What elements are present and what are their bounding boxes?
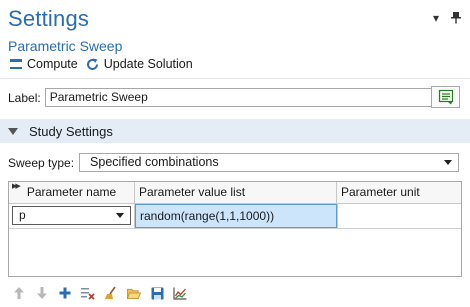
description-icon xyxy=(438,89,453,105)
delete-icon[interactable] xyxy=(81,286,95,300)
label-row: Label: Parametric Sweep xyxy=(8,88,433,107)
pin-icon[interactable] xyxy=(450,12,462,24)
parameter-name-value: p xyxy=(19,208,26,222)
compute-button[interactable]: Compute xyxy=(10,57,78,71)
move-up-icon[interactable] xyxy=(12,286,26,300)
settings-toolbar: Compute Update Solution xyxy=(10,57,197,71)
title-actions: ▾ xyxy=(430,11,462,25)
parameter-name-select[interactable]: p xyxy=(12,206,131,225)
study-settings-section-header[interactable]: Study Settings xyxy=(0,119,470,143)
add-icon[interactable] xyxy=(58,286,72,300)
section-title: Study Settings xyxy=(29,123,113,139)
chevron-down-icon xyxy=(444,160,453,165)
compute-label: Compute xyxy=(27,57,78,71)
node-subtitle: Parametric Sweep xyxy=(8,38,123,54)
sweep-type-select[interactable]: Specified combinations xyxy=(79,153,460,172)
refresh-icon xyxy=(86,58,99,71)
window-title: Settings xyxy=(8,6,90,31)
sweep-type-row: Sweep type: Specified combinations xyxy=(8,153,460,172)
plot-icon[interactable] xyxy=(173,286,187,300)
update-solution-button[interactable]: Update Solution xyxy=(86,57,193,71)
table-header: ▶▶ Parameter name Parameter value list P… xyxy=(9,182,461,204)
chevron-down-icon xyxy=(116,213,124,218)
table-toolbar xyxy=(12,286,187,300)
clear-table-icon[interactable] xyxy=(104,286,118,300)
update-solution-label: Update Solution xyxy=(103,57,193,71)
compute-icon xyxy=(10,59,22,69)
column-header-parameter-value-list[interactable]: Parameter value list xyxy=(135,182,337,203)
column-header-parameter-name[interactable]: Parameter name xyxy=(9,182,135,203)
collapse-triangle-icon xyxy=(8,127,18,135)
save-to-file-icon[interactable] xyxy=(150,286,164,300)
sweep-type-value: Specified combinations xyxy=(90,155,219,169)
dropdown-menu-icon[interactable]: ▾ xyxy=(430,11,442,25)
divider xyxy=(0,78,470,79)
parameter-value-list-cell[interactable]: random(range(1,1,1000)) xyxy=(135,204,337,228)
column-header-parameter-unit[interactable]: Parameter unit xyxy=(337,182,461,203)
edit-description-button[interactable] xyxy=(431,86,460,108)
load-from-file-icon[interactable] xyxy=(127,286,141,300)
parameter-table: ▶▶ Parameter name Parameter value list P… xyxy=(8,181,462,277)
label-field-label: Label: xyxy=(8,90,41,105)
label-input[interactable]: Parametric Sweep xyxy=(44,88,433,107)
table-row: p random(range(1,1,1000)) xyxy=(9,204,461,229)
parameter-name-cell[interactable]: p xyxy=(9,204,135,228)
sweep-type-label: Sweep type: xyxy=(8,155,75,170)
parameter-unit-cell[interactable] xyxy=(337,204,461,228)
move-down-icon[interactable] xyxy=(35,286,49,300)
